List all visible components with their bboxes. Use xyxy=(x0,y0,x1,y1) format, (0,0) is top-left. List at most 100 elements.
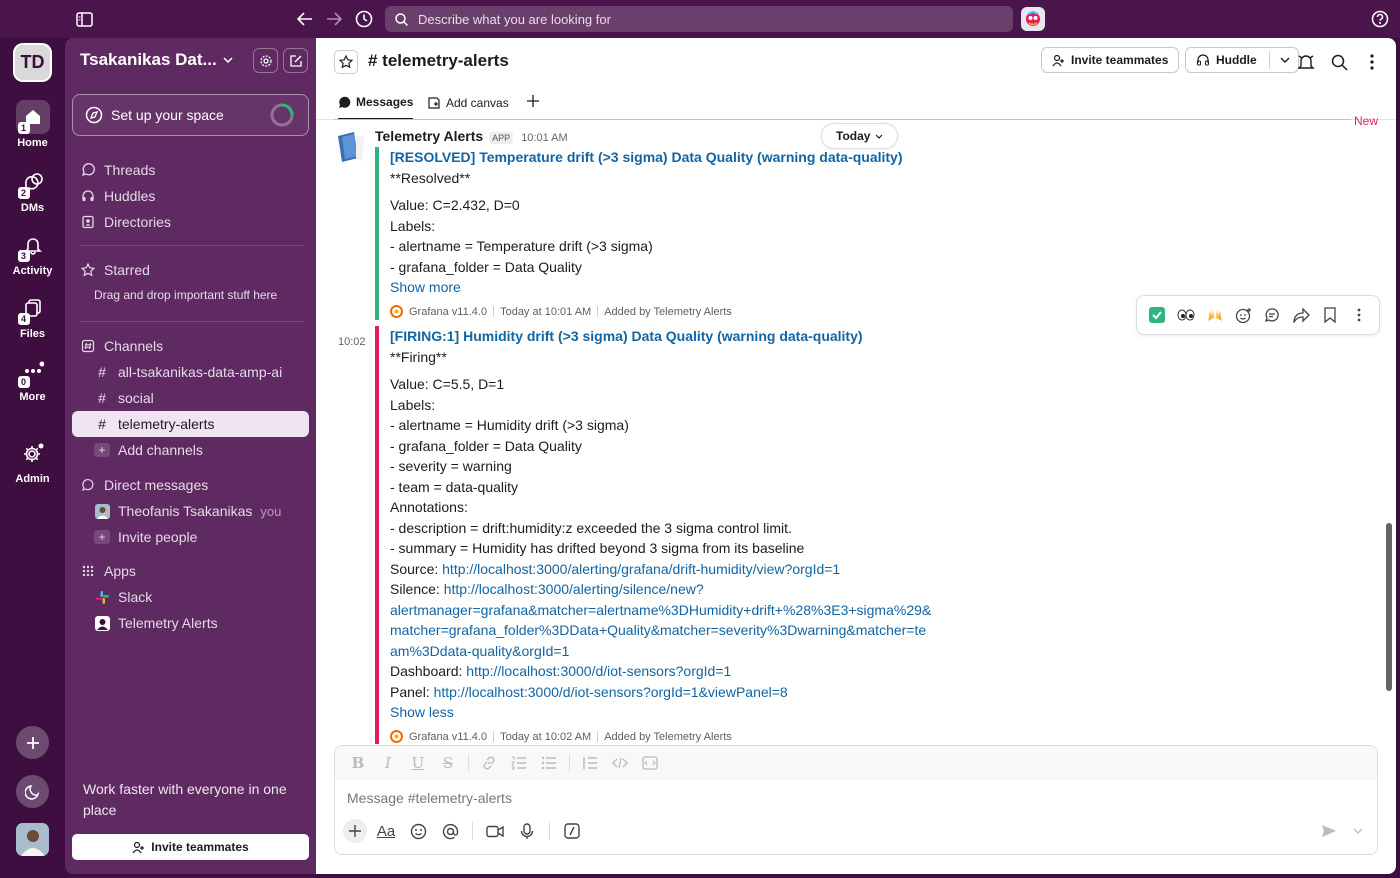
hash-icon: # xyxy=(98,364,106,380)
silence-link[interactable]: alertmanager=grafana&matcher=alertname%3… xyxy=(390,602,931,618)
send-icon[interactable] xyxy=(1321,824,1339,840)
silence-link[interactable]: matcher=grafana_folder%3DData+Quality&ma… xyxy=(390,622,926,638)
mention-icon[interactable] xyxy=(437,818,463,844)
sidebar-section-apps[interactable]: Apps xyxy=(72,558,309,584)
message-input[interactable]: Message #telemetry-alerts xyxy=(347,790,512,806)
settings-gear-icon[interactable] xyxy=(253,48,278,73)
workspace-avatar[interactable]: TD xyxy=(15,45,50,80)
silence-link[interactable]: http://localhost:3000/alerting/silence/n… xyxy=(444,581,704,597)
code-block-icon[interactable] xyxy=(637,750,663,776)
more-actions-icon[interactable] xyxy=(1347,303,1371,327)
bookmark-icon[interactable] xyxy=(1318,303,1342,327)
attach-plus-button[interactable] xyxy=(343,819,367,843)
add-reaction-icon[interactable] xyxy=(1232,303,1256,327)
search-input[interactable]: Describe what you are looking for xyxy=(385,6,1013,32)
show-less-link[interactable]: Show less xyxy=(390,704,454,720)
blockquote-icon[interactable] xyxy=(577,750,603,776)
add-tab-plus-icon[interactable] xyxy=(524,92,542,110)
theme-toggle-button[interactable] xyxy=(16,775,49,808)
sidebar-item-threads[interactable]: Threads xyxy=(72,157,309,183)
setup-space-button[interactable]: Set up your space xyxy=(72,94,309,136)
sidebar-item-app-slack[interactable]: Slack xyxy=(72,584,309,610)
author-name[interactable]: Telemetry Alerts xyxy=(375,128,483,144)
show-more-link[interactable]: Show more xyxy=(390,279,461,295)
panel-link[interactable]: http://localhost:3000/d/iot-sensors?orgI… xyxy=(434,684,788,700)
sidebar-item-dm-user[interactable]: Theofanis Tsakanikas you xyxy=(72,498,309,524)
bullet-list-icon[interactable] xyxy=(536,750,562,776)
sidebar-section-starred[interactable]: Starred xyxy=(72,257,309,283)
footer-time[interactable]: Today at 10:02 AM xyxy=(500,727,591,748)
link-icon[interactable] xyxy=(476,750,502,776)
headphones-icon xyxy=(1197,54,1209,66)
user-avatar[interactable] xyxy=(16,823,49,856)
video-icon[interactable] xyxy=(482,818,508,844)
ordered-list-icon[interactable] xyxy=(506,750,532,776)
channel-title[interactable]: # telemetry-alerts xyxy=(368,51,509,71)
eyes-reaction-icon[interactable] xyxy=(1174,303,1198,327)
invite-people-button[interactable]: + Invite people xyxy=(72,524,309,550)
sidebar-toggle-icon[interactable] xyxy=(72,7,96,31)
message-timestamp[interactable]: 10:01 AM xyxy=(521,132,567,144)
scrollbar[interactable] xyxy=(1386,523,1392,691)
underline-icon[interactable]: U xyxy=(405,750,431,776)
source-link[interactable]: http://localhost:3000/alerting/grafana/d… xyxy=(442,561,840,577)
notification-bell-icon[interactable] xyxy=(1294,50,1318,74)
sidebar-item-app-telemetry-alerts[interactable]: Telemetry Alerts xyxy=(72,610,309,636)
tab-add-canvas[interactable]: Add canvas xyxy=(427,92,509,114)
alert-title-link[interactable]: [RESOLVED] Temperature drift (>3 sigma) … xyxy=(390,149,903,165)
history-clock-icon[interactable] xyxy=(352,7,376,31)
promo-text: Work faster with everyone in one place xyxy=(83,781,287,818)
formatting-toolbar: B I U S xyxy=(335,746,1377,780)
divider xyxy=(80,321,305,322)
channel-search-icon[interactable] xyxy=(1327,50,1351,74)
huddle-button[interactable]: Huddle xyxy=(1185,47,1299,73)
app-avatar[interactable] xyxy=(334,130,368,164)
rail-admin[interactable]: Admin xyxy=(0,436,65,485)
add-channels-button[interactable]: + Add channels xyxy=(72,437,309,463)
back-arrow-icon[interactable] xyxy=(293,7,317,31)
reply-thread-icon[interactable] xyxy=(1260,303,1284,327)
sidebar-item-channel-all[interactable]: # all-tsakanikas-data-amp-ai xyxy=(72,359,309,385)
sidebar-item-channel-social[interactable]: # social xyxy=(72,385,309,411)
italic-icon[interactable]: I xyxy=(375,750,401,776)
code-icon[interactable] xyxy=(607,750,633,776)
forward-arrow-icon[interactable] xyxy=(322,7,346,31)
tab-messages[interactable]: Messages xyxy=(338,92,414,120)
sidebar-section-direct-messages[interactable]: Direct messages xyxy=(72,472,309,498)
star-channel-button[interactable] xyxy=(334,50,358,74)
sidebar-section-channels[interactable]: Channels xyxy=(72,333,309,359)
rail-home[interactable]: 1 Home xyxy=(0,100,65,149)
send-options-chevron-icon[interactable] xyxy=(1353,828,1365,838)
message-timestamp[interactable]: 10:02 xyxy=(338,336,366,348)
footer-time[interactable]: Today at 10:01 AM xyxy=(500,302,591,323)
dashboard-link[interactable]: http://localhost:3000/d/iot-sensors?orgI… xyxy=(466,663,731,679)
text-format-icon[interactable]: Aa xyxy=(373,818,399,844)
slash-command-icon[interactable] xyxy=(559,818,585,844)
forward-share-icon[interactable] xyxy=(1289,303,1313,327)
help-icon[interactable] xyxy=(1368,7,1392,31)
rail-files[interactable]: 4 Files xyxy=(0,291,65,340)
strikethrough-icon[interactable]: S xyxy=(435,750,461,776)
chevron-down-icon[interactable] xyxy=(1280,57,1290,63)
invite-teammates-button[interactable]: Invite teammates xyxy=(72,834,309,860)
raised-hands-reaction-icon[interactable] xyxy=(1203,303,1227,327)
rail-activity[interactable]: 3 Activity xyxy=(0,228,65,277)
kebab-menu-icon[interactable] xyxy=(1360,50,1384,74)
header-invite-teammates-button[interactable]: Invite teammates xyxy=(1041,47,1180,73)
sidebar-item-directories[interactable]: Directories xyxy=(72,209,309,235)
create-new-button[interactable] xyxy=(16,726,49,759)
silence-link[interactable]: am%3Ddata-quality&orgId=1 xyxy=(390,643,569,659)
workspace-name-button[interactable]: Tsakanikas Dat... xyxy=(80,50,233,70)
alert-title-link[interactable]: [FIRING:1] Humidity drift (>3 sigma) Dat… xyxy=(390,328,863,344)
check-mark-reaction-icon[interactable] xyxy=(1145,303,1169,327)
ai-assistant-icon[interactable] xyxy=(1021,7,1045,31)
rail-more[interactable]: 0 More xyxy=(0,354,65,403)
sidebar-item-huddles[interactable]: Huddles xyxy=(72,183,309,209)
rail-dms[interactable]: 2 DMs xyxy=(0,165,65,214)
alert-line: Annotations: xyxy=(390,499,468,515)
emoji-icon[interactable] xyxy=(405,818,431,844)
bold-icon[interactable]: B xyxy=(345,750,371,776)
sidebar-item-channel-telemetry-alerts[interactable]: # telemetry-alerts xyxy=(72,411,309,437)
microphone-icon[interactable] xyxy=(514,818,540,844)
compose-icon[interactable] xyxy=(283,48,308,73)
